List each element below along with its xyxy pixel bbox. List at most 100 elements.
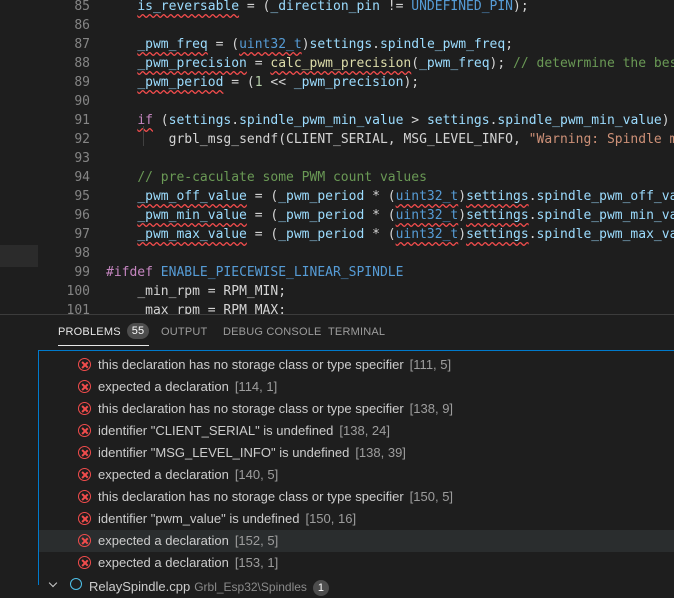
problem-location: [140, 5]	[234, 467, 279, 482]
problem-text: expected a declaration	[98, 533, 229, 548]
line-number: 85	[74, 0, 90, 14]
code-token: ;	[278, 303, 287, 314]
code-token: uint32_t	[395, 227, 459, 242]
code-token: )	[458, 208, 467, 223]
chevron-down-icon[interactable]	[48, 578, 58, 588]
code-token: settings	[466, 208, 529, 223]
problem-location: [150, 5]	[409, 489, 454, 504]
tab-terminal[interactable]: TERMINAL	[328, 315, 385, 349]
error-icon	[78, 358, 91, 371]
problem-location: [138, 24]	[339, 423, 391, 438]
code-token: if	[137, 113, 153, 128]
error-icon	[78, 446, 91, 459]
code-editor[interactable]: 85 86 87 88 89 90 91 92 93 94 95 96 97 98 99 100 101 is_…	[0, 0, 674, 314]
code-token: );	[489, 56, 514, 71]
error-icon	[78, 534, 91, 547]
file-name: RelaySpindle.cpp Grbl_Esp32\Spindles 1	[89, 576, 330, 598]
code-token: 1	[254, 75, 263, 90]
problem-text: this declaration has no storage class or…	[98, 401, 404, 416]
problem-message: this declaration has no storage class or…	[98, 354, 451, 376]
problem-location: [152, 5]	[234, 533, 279, 548]
code-token: _direction_pin	[270, 0, 380, 14]
code-token: uint32_t	[239, 37, 302, 52]
problems-list[interactable]: this declaration has no storage class or…	[38, 350, 674, 585]
code-token: settings	[426, 113, 490, 128]
code-line[interactable]: grbl_msg_sendf(CLIENT_SERIAL, MSG_LEVEL_…	[106, 130, 674, 149]
code-token: )	[661, 113, 670, 128]
problem-row[interactable]: expected a declaration [114, 1]	[39, 376, 674, 398]
code-token: ;	[278, 284, 287, 299]
code-line[interactable]: _pwm_freq = (uint32_t)settings.spindle_p…	[106, 35, 513, 54]
code-line[interactable]: _max_rpm = RPM_MAX;	[106, 301, 286, 314]
code-token: _pwm_period	[278, 189, 365, 204]
problem-row[interactable]: expected a declaration [152, 5]	[39, 530, 674, 552]
problem-row[interactable]: expected a declaration [153, 1]	[39, 552, 674, 574]
problem-row[interactable]: identifier "MSG_LEVEL_INFO" is undefined…	[39, 442, 674, 464]
code-token: )	[458, 189, 467, 204]
code-line[interactable]: _pwm_precision = calc_pwm_precision(_pwm…	[106, 54, 674, 73]
problem-file-group[interactable]: RelaySpindle.cpp Grbl_Esp32\Spindles 1	[38, 576, 674, 598]
code-line[interactable]: _pwm_off_value = (_pwm_period * (uint32_…	[106, 187, 674, 206]
code-line[interactable]: _min_rpm = RPM_MIN;	[106, 282, 286, 301]
line-number: 87	[74, 37, 90, 52]
code-line[interactable]: _pwm_period = (1 << _pwm_precision);	[106, 73, 419, 92]
code-token: =	[246, 56, 271, 71]
code-token: ,	[513, 132, 529, 147]
code-token: _pwm_period	[137, 75, 224, 90]
code-token: )	[301, 37, 310, 52]
code-line[interactable]: _pwm_min_value = (_pwm_period * (uint32_…	[106, 206, 674, 225]
code-token: .	[372, 37, 380, 52]
code-line[interactable]: _pwm_max_value = (_pwm_period * (uint32_…	[106, 225, 674, 244]
code-token: is_reversable	[137, 0, 240, 14]
line-number: 88	[74, 56, 90, 71]
problem-row[interactable]: identifier "pwm_value" is undefined [150,…	[39, 508, 674, 530]
line-number: 96	[74, 208, 90, 223]
code-line[interactable]: // pre-caculate some PWM count values	[106, 168, 427, 187]
code-token: // detewrmine the best	[513, 56, 674, 71]
problem-message: expected a declaration [153, 1]	[98, 552, 278, 574]
code-token: CLIENT_SERIAL	[286, 132, 388, 147]
code-token: = (	[239, 0, 271, 14]
tab-label: TERMINAL	[328, 326, 386, 338]
problem-message: expected a declaration [152, 5]	[98, 530, 278, 552]
code-line[interactable]: #ifdef ENABLE_PIECEWISE_LINEAR_SPINDLE	[106, 263, 403, 282]
code-token: UNDEFINED_PIN	[411, 0, 514, 14]
code-token: settings	[466, 189, 529, 204]
problem-text: identifier "pwm_value" is undefined	[98, 511, 300, 526]
file-problem-count: 1	[312, 580, 330, 596]
code-line[interactable]: if (settings.spindle_pwm_min_value > set…	[106, 111, 670, 130]
tab-problems[interactable]: PROBLEMS 55	[58, 315, 150, 349]
code-token: RPM_MAX	[223, 303, 279, 314]
problem-row[interactable]: expected a declaration [140, 5]	[39, 464, 674, 486]
code-token: .	[528, 208, 537, 223]
code-area[interactable]: is_reversable = (_direction_pin != UNDEF…	[106, 0, 674, 314]
code-token: RPM_MIN	[223, 284, 279, 299]
code-line[interactable]: is_reversable = (_direction_pin != UNDEF…	[106, 0, 528, 16]
code-token: spindle_pwm_min_value	[239, 113, 404, 128]
line-number: 95	[74, 189, 90, 204]
error-icon	[78, 512, 91, 525]
problem-row[interactable]: this declaration has no storage class or…	[39, 486, 674, 508]
line-number: 99	[74, 265, 90, 280]
code-token: // pre-caculate some PWM count values	[137, 170, 427, 185]
code-token: .	[231, 113, 240, 128]
tab-label: OUTPUT	[161, 326, 208, 338]
code-token: _pwm_freq	[137, 37, 208, 52]
tab-debug-console[interactable]: DEBUG CONSOLE	[223, 315, 322, 349]
problem-message: expected a declaration [114, 1]	[98, 376, 277, 398]
code-token: <<	[262, 75, 294, 90]
line-number: 86	[74, 18, 90, 33]
problem-row[interactable]: this declaration has no storage class or…	[39, 398, 674, 420]
activity-strip	[0, 0, 38, 314]
code-token: _max_rpm	[137, 303, 200, 314]
tab-output[interactable]: OUTPUT	[161, 315, 207, 349]
code-token: = (	[207, 37, 240, 52]
problem-row[interactable]: this declaration has no storage class or…	[39, 354, 674, 376]
code-token: ;	[505, 37, 514, 52]
problem-row[interactable]: identifier "CLIENT_SERIAL" is undefined […	[39, 420, 674, 442]
code-token: = (	[223, 75, 255, 90]
code-token: = (	[246, 189, 279, 204]
code-token: grbl_msg_sendf	[168, 132, 279, 147]
problem-text: this declaration has no storage class or…	[98, 489, 404, 504]
